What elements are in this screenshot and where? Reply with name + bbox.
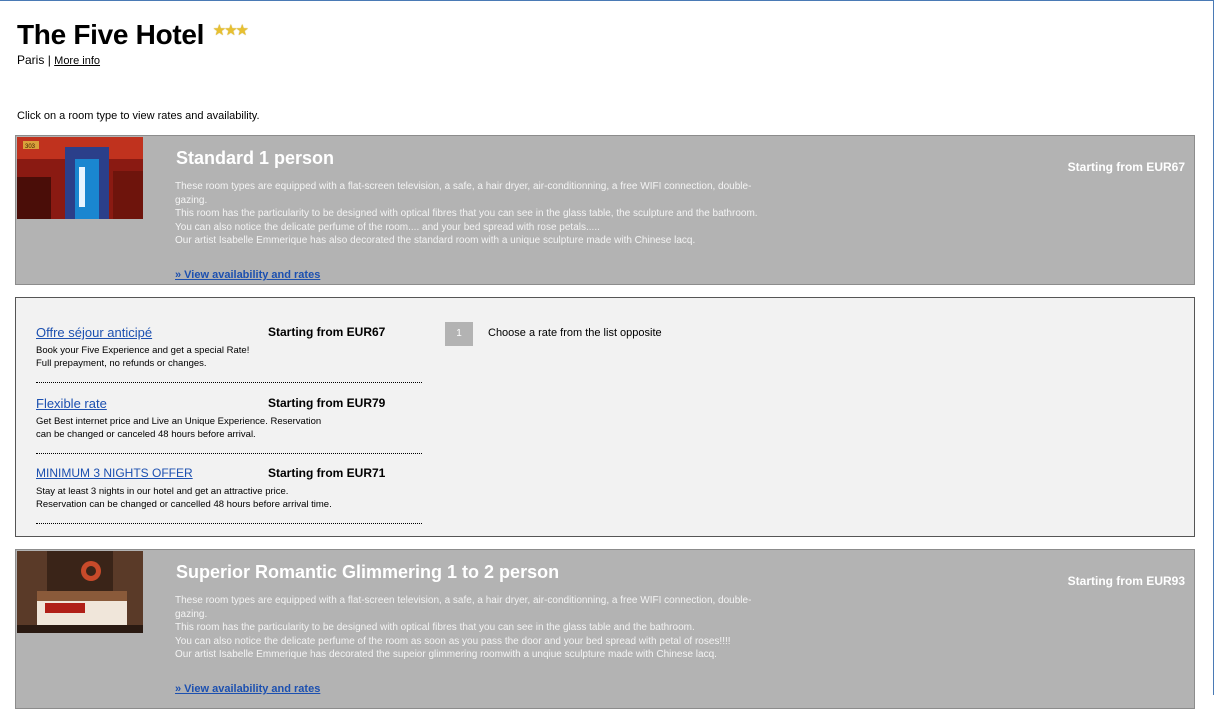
hotel-city: Paris xyxy=(17,53,45,67)
room-photo-standard: 303 xyxy=(17,137,143,219)
rate-name-link[interactable]: Offre séjour anticipé xyxy=(36,325,152,340)
step-number-badge: 1 xyxy=(445,322,473,346)
rate-price: Starting from EUR71 xyxy=(268,466,386,480)
svg-text:303: 303 xyxy=(25,144,36,150)
hotel-header: The Five Hotel ★★★ Paris | More info xyxy=(17,19,249,67)
hotel-subline: Paris | More info xyxy=(17,53,247,67)
rate-description: Stay at least 3 nights in our hotel and … xyxy=(36,486,332,510)
rates-panel: Offre séjour anticipé Starting from EUR6… xyxy=(15,297,1195,537)
room-price: Starting from EUR93 xyxy=(1067,574,1185,588)
rate-price: Starting from EUR67 xyxy=(268,325,386,339)
rate-name-link[interactable]: Flexible rate xyxy=(36,396,107,411)
rate-item[interactable]: Flexible rate Starting from EUR79 Get Be… xyxy=(36,396,422,454)
rate-name-link[interactable]: MINIMUM 3 NIGHTS OFFER xyxy=(36,466,193,480)
room-description: These room types are equipped with a fla… xyxy=(175,595,752,660)
instructions-text: Click on a room type to view rates and a… xyxy=(17,110,260,122)
hotel-title: The Five Hotel xyxy=(17,19,205,50)
view-availability-link[interactable]: » View availability and rates xyxy=(175,269,320,281)
rate-price: Starting from EUR79 xyxy=(268,396,386,410)
view-availability-link[interactable]: » View availability and rates xyxy=(175,683,320,695)
room-description: These room types are equipped with a fla… xyxy=(175,181,758,246)
rate-description: Book your Five Experience and get a spec… xyxy=(36,345,250,369)
step-instruction: Choose a rate from the list opposite xyxy=(488,327,662,339)
star-rating-icon: ★★★ xyxy=(212,22,249,39)
separator: | xyxy=(47,53,51,67)
room-panel-standard[interactable]: 303 Standard 1 person Starting from EUR6… xyxy=(15,135,1195,285)
room-price: Starting from EUR67 xyxy=(1067,160,1185,174)
rate-description: Get Best internet price and Live an Uniq… xyxy=(36,416,322,440)
rate-item[interactable]: MINIMUM 3 NIGHTS OFFER Starting from EUR… xyxy=(36,466,422,524)
room-name: Standard 1 person xyxy=(176,148,335,168)
room-photo-superior xyxy=(17,551,143,633)
more-info-link[interactable]: More info xyxy=(54,55,100,67)
room-name: Superior Romantic Glimmering 1 to 2 pers… xyxy=(176,562,560,582)
room-panel-superior[interactable]: Superior Romantic Glimmering 1 to 2 pers… xyxy=(15,549,1195,709)
rate-item[interactable]: Offre séjour anticipé Starting from EUR6… xyxy=(36,325,422,383)
